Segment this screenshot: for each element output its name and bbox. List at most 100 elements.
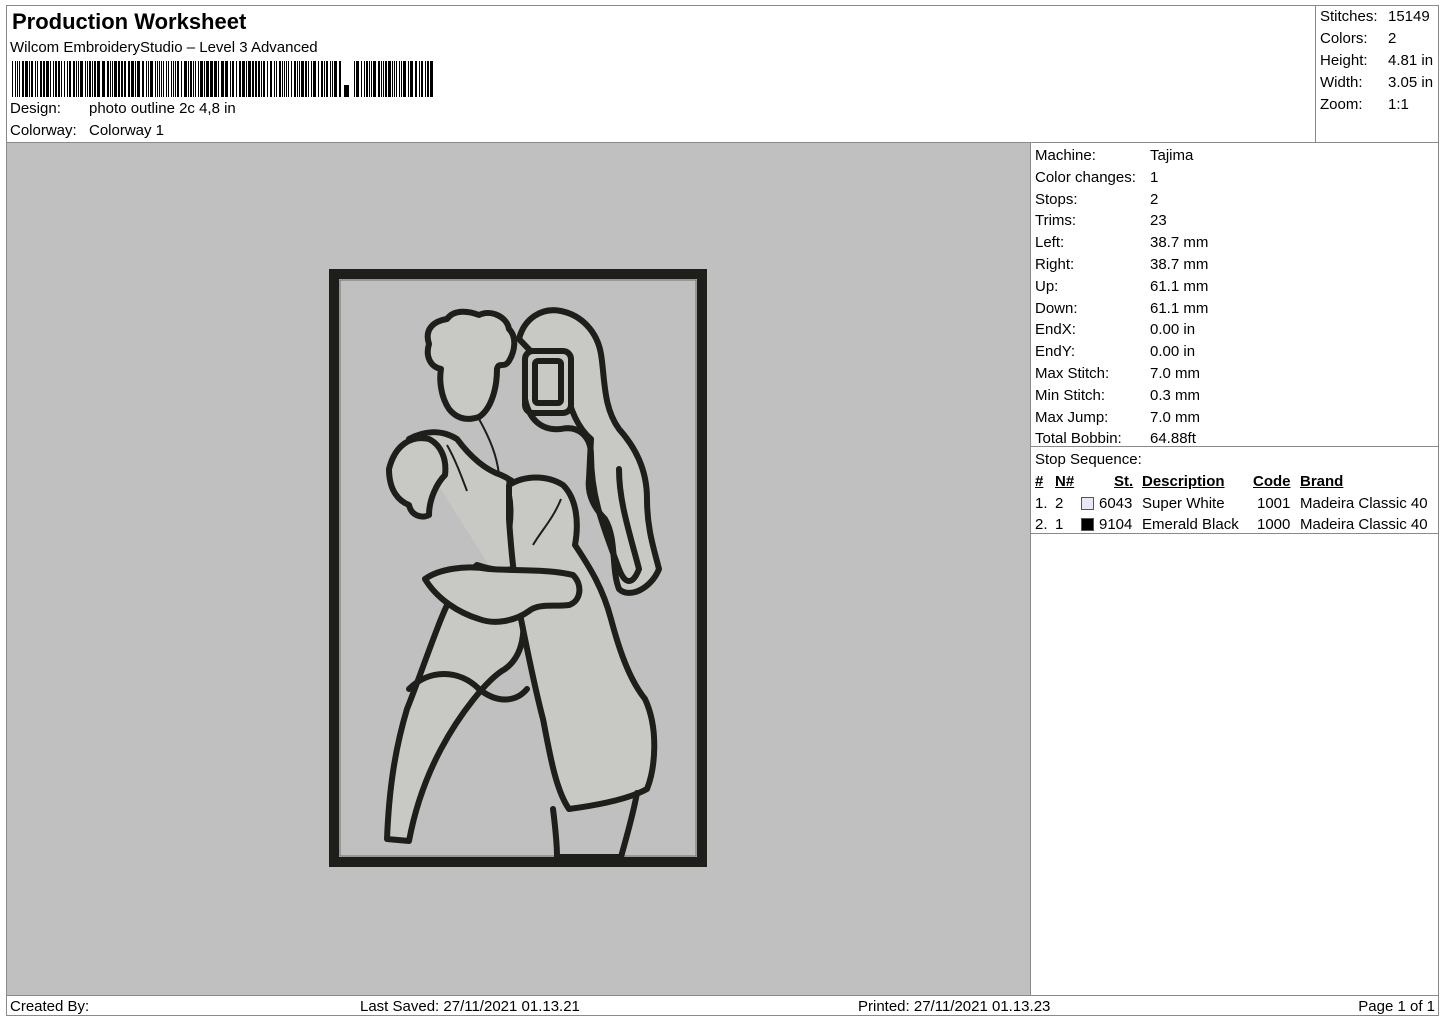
machine-info-row: Trims: 23 [1035, 212, 1167, 229]
barcode-image [12, 61, 433, 97]
machine-info-value: 38.7 mm [1150, 256, 1209, 273]
colorway-row: Colorway: Colorway 1 [10, 122, 164, 139]
needle-number: 1 [1055, 516, 1064, 533]
page-number: Page 1 of 1 [1358, 998, 1435, 1015]
man-head [424, 308, 518, 422]
machine-info-label: Machine: [1035, 147, 1096, 164]
row-number: 1. [1035, 495, 1048, 512]
summary-label: Stitches: [1320, 8, 1378, 25]
machine-info-label: Right: [1035, 256, 1075, 273]
summary-value: 1:1 [1388, 96, 1409, 113]
design-row: Design: photo outline 2c 4,8 in [10, 100, 236, 117]
col-header-description: Description [1142, 473, 1225, 490]
machine-info-row: Min Stitch: 0.3 mm [1035, 387, 1200, 404]
stop-sequence-caption: Stop Sequence: [1035, 451, 1142, 468]
summary-row-height: Height: 4.81 in [1320, 52, 1433, 69]
design-label: Design: [10, 100, 61, 117]
machine-info-label: Max Stitch: [1035, 365, 1110, 382]
thread-description: Emerald Black [1142, 516, 1239, 533]
machine-info-row: Total Bobbin: 64.88ft [1035, 430, 1196, 447]
page-title: Production Worksheet [12, 9, 247, 34]
machine-info-value: 38.7 mm [1150, 234, 1209, 252]
col-header-stitches: St. [1114, 473, 1134, 490]
machine-info-label: Max Jump: [1035, 408, 1109, 426]
thread-code: 1000 [1257, 516, 1291, 533]
software-name: Wilcom EmbroideryStudio – Level 3 Advanc… [10, 39, 318, 56]
machine-info-value: 0.3 mm [1150, 386, 1201, 404]
design-preview [7, 143, 1031, 995]
summary-value: 15149 [1388, 8, 1430, 25]
summary-label: Height: [1320, 52, 1368, 69]
color-swatch [1081, 497, 1094, 510]
printed-date: Printed: 27/11/2021 01.13.23 [858, 998, 1051, 1015]
needle-number: 2 [1055, 495, 1064, 512]
machine-info-label: Stops: [1035, 190, 1078, 208]
thread-description: Super White [1142, 495, 1225, 512]
machine-info-row: EndY: 0.00 in [1035, 343, 1195, 360]
colorway-label: Colorway: [10, 122, 77, 139]
machine-info-label: Down: [1035, 299, 1078, 317]
machine-info-panel: Machine: Tajima Color changes: 1 Stops: 2 Trim… [1031, 143, 1439, 447]
machine-info-value: 0.00 in [1150, 321, 1196, 339]
woman-hand-shoulder [386, 435, 449, 520]
machine-info-row: Right: 38.7 mm [1035, 256, 1208, 273]
machine-info-label: Up: [1035, 277, 1059, 295]
summary-row-width: Width: 3.05 in [1320, 74, 1433, 91]
summary-label: Colors: [1320, 30, 1368, 47]
figure-outlines [384, 307, 662, 860]
machine-info-label: Trims: [1035, 212, 1077, 230]
machine-info-row: EndX: 0.00 in [1035, 321, 1195, 338]
machine-info-value: 61.1 mm [1150, 299, 1209, 317]
machine-info-row: Machine: Tajima [1035, 147, 1193, 164]
summary-value: 4.81 in [1388, 52, 1434, 69]
machine-info-value: 0.00 in [1150, 343, 1196, 361]
design-summary: Stitches: 15149 Colors: 2 Height: 4.81 in W… [1315, 6, 1439, 143]
machine-info-value: Tajima [1150, 147, 1194, 164]
worksheet-header: Production Worksheet Wilcom EmbroiderySt… [7, 6, 1315, 143]
machine-info-value: 1 [1150, 168, 1159, 186]
thread-brand: Madeira Classic 40 [1300, 495, 1428, 512]
col-header-number: # [1035, 473, 1044, 490]
worksheet-footer: Created By: Last Saved: 27/11/2021 01.13… [7, 995, 1439, 1016]
phone-screen [532, 358, 564, 406]
col-header-code: Code [1253, 473, 1291, 490]
summary-row-zoom: Zoom: 1:1 [1320, 96, 1409, 113]
row-number: 2. [1035, 516, 1048, 533]
machine-info-label: EndY: [1035, 343, 1076, 361]
machine-info-row: Down: 61.1 mm [1035, 300, 1208, 317]
summary-label: Zoom: [1320, 96, 1363, 113]
machine-info-row: Max Stitch: 7.0 mm [1035, 365, 1200, 382]
machine-info-label: Min Stitch: [1035, 386, 1106, 404]
machine-info-row: Up: 61.1 mm [1035, 278, 1208, 295]
machine-info-value: 23 [1150, 212, 1167, 230]
color-swatch [1081, 518, 1094, 531]
machine-info-value: 64.88ft [1150, 430, 1196, 448]
machine-info-row: Max Jump: 7.0 mm [1035, 409, 1200, 426]
machine-info-row: Color changes: 1 [1035, 169, 1158, 186]
summary-row-colors: Colors: 2 [1320, 30, 1396, 47]
colorway-value: Colorway 1 [89, 122, 165, 139]
created-by: Created By: [10, 998, 90, 1015]
machine-info-value: 7.0 mm [1150, 365, 1201, 382]
stitch-count: 9104 [1099, 516, 1133, 533]
machine-info-value: 7.0 mm [1150, 408, 1201, 426]
machine-info-label: Total Bobbin: [1035, 430, 1122, 448]
embroidery-artwork [329, 269, 707, 867]
machine-info-row: Left: 38.7 mm [1035, 234, 1208, 251]
summary-row-stitches: Stitches: 15149 [1320, 8, 1430, 25]
machine-info-value: 61.1 mm [1150, 277, 1209, 295]
thread-brand: Madeira Classic 40 [1300, 516, 1428, 533]
stop-sequence-panel: Stop Sequence: # N# St. Description Code… [1031, 447, 1439, 534]
col-header-needle: N# [1055, 473, 1075, 490]
machine-info-label: Left: [1035, 234, 1065, 252]
summary-label: Width: [1320, 74, 1363, 91]
machine-info-label: Color changes: [1035, 168, 1136, 186]
machine-info-label: EndX: [1035, 321, 1076, 339]
machine-info-value: 2 [1150, 190, 1159, 208]
stitch-count: 6043 [1099, 495, 1133, 512]
summary-value: 3.05 in [1388, 74, 1434, 91]
last-saved: Last Saved: 27/11/2021 01.13.21 [360, 998, 580, 1015]
design-value: photo outline 2c 4,8 in [89, 100, 236, 117]
machine-info-row: Stops: 2 [1035, 191, 1158, 208]
summary-value: 2 [1388, 30, 1397, 47]
